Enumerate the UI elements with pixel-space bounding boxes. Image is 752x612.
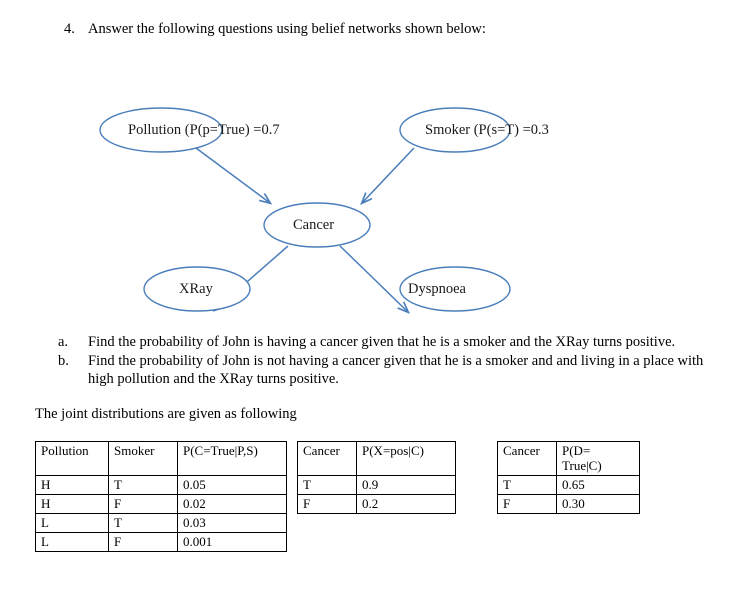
cell-probability: 0.65 xyxy=(556,475,640,495)
sub-question-a: a. Find the probability of John is havin… xyxy=(58,333,730,352)
cell-pollution: L xyxy=(35,532,109,552)
table-row: F 0.30 xyxy=(497,494,640,514)
header-p-xray: P(X=pos|C) xyxy=(356,441,456,476)
xray-cpt-table: Cancer P(X=pos|C) T 0.9 F 0.2 xyxy=(297,441,456,514)
cell-smoker: F xyxy=(108,494,178,514)
cell-cancer: T xyxy=(497,475,557,495)
header-cancer: Cancer xyxy=(297,441,357,476)
sub-question-a-marker: a. xyxy=(58,334,69,350)
edge-pollution-cancer xyxy=(195,147,270,203)
header-smoker: Smoker xyxy=(108,441,178,476)
cell-smoker: T xyxy=(108,475,178,495)
header-p-dyspnoea: P(D= True|C) xyxy=(556,441,640,476)
header-p-cancer: P(C=True|P,S) xyxy=(177,441,287,476)
cell-smoker: T xyxy=(108,513,178,533)
edge-cancer-dyspnoea xyxy=(339,245,408,312)
cell-probability: 0.001 xyxy=(177,532,287,552)
header-pollution: Pollution xyxy=(35,441,109,476)
table-row: F 0.2 xyxy=(297,494,456,514)
cell-pollution: H xyxy=(35,475,109,495)
cancer-cpt-table: Pollution Smoker P(C=True|P,S) H T 0.05 … xyxy=(35,441,287,552)
node-pollution-label: Pollution (P(p=True) =0.7 xyxy=(128,122,280,138)
table-row: T 0.9 xyxy=(297,475,456,495)
cell-pollution: L xyxy=(35,513,109,533)
cell-probability: 0.2 xyxy=(356,494,456,514)
sub-question-b-text: Find the probability of John is not havi… xyxy=(88,352,704,388)
sub-question-b: b. Find the probability of John is not h… xyxy=(58,352,730,389)
header-p-dyspnoea-line2: True|C) xyxy=(562,458,602,473)
table-row: L T 0.03 xyxy=(35,513,287,533)
table-header-row: Cancer P(X=pos|C) xyxy=(297,441,456,476)
cell-probability: 0.02 xyxy=(177,494,287,514)
node-cancer-label: Cancer xyxy=(293,217,335,233)
table-row: L F 0.001 xyxy=(35,532,287,552)
cell-probability: 0.05 xyxy=(177,475,287,495)
edge-smoker-cancer xyxy=(362,147,415,203)
header-cancer: Cancer xyxy=(497,441,557,476)
belief-network-diagram: Pollution (P(p=True) =0.7 Smoker (P(s=T)… xyxy=(0,48,752,323)
table-row: H T 0.05 xyxy=(35,475,287,495)
table-header-row: Cancer P(D= True|C) xyxy=(497,441,640,476)
node-dyspnoea-label: Dyspnoea xyxy=(408,281,466,297)
cell-probability: 0.03 xyxy=(177,513,287,533)
worksheet-page: 4. Answer the following questions using b… xyxy=(0,0,752,612)
sub-question-a-text: Find the probability of John is having a… xyxy=(88,334,676,350)
sub-question-b-marker: b. xyxy=(58,352,69,369)
cell-cancer: T xyxy=(297,475,357,495)
cell-probability: 0.9 xyxy=(356,475,456,495)
page-title: 4. Answer the following questions using b… xyxy=(64,20,704,38)
table-header-row: Pollution Smoker P(C=True|P,S) xyxy=(35,441,287,476)
header-p-dyspnoea-line1: P(D= xyxy=(562,443,591,458)
cell-cancer: F xyxy=(297,494,357,514)
node-smoker-label: Smoker (P(s=T) =0.3 xyxy=(425,122,549,138)
cell-smoker: F xyxy=(108,532,178,552)
table-row: T 0.65 xyxy=(497,475,640,495)
cell-pollution: H xyxy=(35,494,109,514)
sub-question-list: a. Find the probability of John is havin… xyxy=(58,333,730,389)
question-number: 4. xyxy=(64,21,75,37)
joint-distribution-note: The joint distributions are given as fol… xyxy=(35,406,297,422)
network-canvas xyxy=(99,107,511,323)
question-text: Answer the following questions using bel… xyxy=(88,21,486,37)
table-row: H F 0.02 xyxy=(35,494,287,514)
cell-cancer: F xyxy=(497,494,557,514)
dyspnoea-cpt-table: Cancer P(D= True|C) T 0.65 F 0.30 xyxy=(497,441,640,514)
cell-probability: 0.30 xyxy=(556,494,640,514)
node-xray-label: XRay xyxy=(179,281,213,297)
